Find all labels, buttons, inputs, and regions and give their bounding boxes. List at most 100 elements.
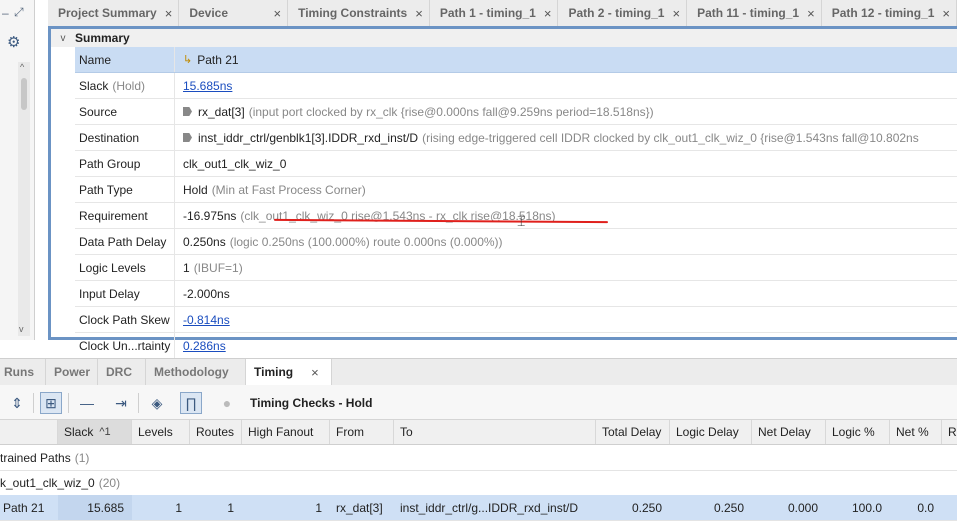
tab-methodology[interactable]: Methodology [146, 359, 246, 385]
left-scrollbar[interactable]: ^ v [18, 62, 30, 336]
column-header[interactable]: Net % [890, 420, 942, 444]
close-icon[interactable]: × [157, 6, 179, 21]
summary-value: -0.814ns [175, 313, 230, 327]
table-group-row[interactable]: k_out1_clk_wiz_0 (20) [0, 470, 957, 496]
summary-row[interactable]: Destination inst_iddr_ctrl/genblk1[3].IDD… [75, 125, 957, 151]
summary-value-link[interactable]: 15.685ns [183, 79, 232, 93]
column-header-label: Logic % [832, 425, 875, 439]
close-icon[interactable]: × [536, 6, 558, 21]
group-label: trained Paths (1) [0, 445, 89, 470]
expand-collapse-icon[interactable]: ⇕ [6, 392, 28, 414]
editor-tab[interactable]: Timing Constraints × [288, 0, 430, 26]
group-label: k_out1_clk_wiz_0 (20) [0, 470, 120, 495]
editor-tab[interactable]: Path 2 - timing_1 × [558, 0, 688, 26]
gear-icon[interactable]: ⚙ [7, 35, 20, 50]
column-header[interactable]: To [394, 420, 596, 444]
minimize-icon[interactable]: – [2, 7, 9, 19]
summary-value: 0.286ns [175, 339, 226, 353]
cell-slack: 15.685 [58, 495, 132, 520]
summary-value-note: (rising edge-triggered cell IDDR clocked… [422, 130, 919, 145]
tab-timing[interactable]: Timing × [246, 359, 332, 385]
marker-icon[interactable]: ◈ [146, 392, 168, 414]
sort-ascending-icon[interactable]: ^1 [99, 426, 110, 438]
column-header-label: Re [948, 425, 957, 439]
column-header[interactable]: High Fanout [242, 420, 330, 444]
minus-icon[interactable]: — [76, 392, 98, 414]
summary-row[interactable]: Path Group clk_out1_clk_wiz_0 [75, 151, 957, 177]
waveform-icon[interactable]: ∏ [180, 392, 202, 414]
timing-table-header: Slack ^1 Levels Routes High Fanout From To Tota… [0, 420, 957, 445]
summary-row[interactable]: Clock Path Skew -0.814ns [75, 307, 957, 333]
timing-checks-label: Timing Checks - Hold [250, 396, 373, 410]
scroll-up-icon[interactable]: ^ [20, 62, 24, 72]
column-header-label: To [400, 425, 413, 439]
summary-value: -2.000ns [175, 287, 230, 301]
summary-value: 0.250ns (logic 0.250ns (100.000%) route 0… [175, 235, 503, 249]
summary-row[interactable]: Path Type Hold (Min at Fast Process Corner… [75, 177, 957, 203]
column-header[interactable]: From [330, 420, 394, 444]
editor-tab[interactable]: Path 11 - timing_1 × [687, 0, 822, 26]
column-header[interactable]: Routes [190, 420, 242, 444]
column-header[interactable]: Logic Delay [670, 420, 752, 444]
column-header-label: Net Delay [758, 425, 811, 439]
summary-value-text: inst_iddr_ctrl/genblk1[3].IDDR_rxd_inst/… [198, 130, 419, 145]
summary-row[interactable]: Input Delay -2.000ns [75, 281, 957, 307]
close-icon[interactable]: × [407, 6, 429, 21]
close-icon[interactable]: × [934, 6, 956, 21]
editor-tab[interactable]: Path 1 - timing_1 × [430, 0, 559, 26]
summary-key-label: Logic Levels [79, 260, 146, 275]
summary-key-label: Path Type [79, 182, 133, 197]
summary-title: Summary [75, 31, 130, 45]
close-icon[interactable]: × [799, 6, 821, 21]
port-icon [183, 107, 192, 116]
editor-tab[interactable]: Device × [179, 0, 289, 26]
hierarchy-icon[interactable]: ⊞ [40, 392, 62, 414]
editor-tab-label: Timing Constraints [298, 6, 408, 20]
cell-from: rx_dat[3] [336, 500, 383, 515]
summary-key: Logic Levels [75, 255, 175, 280]
summary-value-link[interactable]: -0.814ns [183, 313, 230, 327]
summary-row[interactable]: Clock Un...rtainty 0.286ns [75, 333, 957, 359]
cell-net-pct: 0.0 [917, 500, 934, 515]
summary-value-note: (IBUF=1) [193, 260, 243, 275]
summary-row[interactable]: Slack (Hold) 15.685ns [75, 73, 957, 99]
left-scroll-thumb[interactable] [21, 78, 27, 110]
summary-row[interactable]: Source rx_dat[3] (input port clocked by rx… [75, 99, 957, 125]
group-name: trained Paths [0, 450, 71, 465]
editor-tab-bar: Project Summary × Device × Timing Constraint… [48, 0, 957, 27]
mouse-cursor-icon: ⌶ [517, 213, 526, 229]
column-header[interactable]: Logic % [826, 420, 890, 444]
scroll-down-icon[interactable]: v [19, 324, 24, 334]
summary-value-link[interactable]: 0.286ns [183, 339, 226, 353]
column-header[interactable]: Re [942, 420, 957, 444]
close-icon[interactable]: × [664, 6, 686, 21]
column-header[interactable]: Slack ^1 [58, 420, 132, 444]
table-row[interactable]: Path 21 15.685 1 1 1 rx_dat[3] inst_iddr_ctrl/… [0, 495, 957, 521]
column-header[interactable]: Net Delay [752, 420, 826, 444]
tab-runs[interactable]: Runs [0, 359, 46, 385]
bottom-tab-label: Runs [4, 365, 34, 379]
summary-key-label: Source [79, 104, 118, 119]
summary-value-note: (logic 0.250ns (100.000%) route 0.000ns … [229, 234, 503, 249]
summary-header[interactable]: v Summary [51, 29, 957, 47]
collapse-chevron-icon[interactable]: v [51, 33, 75, 44]
summary-row[interactable]: Name ↳ Path 21 [75, 47, 957, 73]
summary-row[interactable]: Data Path Delay 0.250ns (logic 0.250ns (10… [75, 229, 957, 255]
path-icon: ↳ [183, 54, 193, 66]
tab-power[interactable]: Power [46, 359, 98, 385]
summary-row[interactable]: Logic Levels 1 (IBUF=1) [75, 255, 957, 281]
column-header[interactable]: Levels [132, 420, 190, 444]
table-group-row[interactable]: trained Paths (1) [0, 445, 957, 471]
summary-key: Destination [75, 125, 175, 150]
summary-row[interactable]: Requirement -16.975ns (clk_out1_clk_wiz_0 … [75, 203, 957, 229]
cell-net-delay: 0.000 [787, 500, 818, 515]
editor-tab[interactable]: Path 12 - timing_1 × [822, 0, 957, 26]
column-header-label: High Fanout [248, 425, 314, 439]
schematic-icon[interactable]: ⇥ [110, 392, 132, 414]
restore-icon[interactable]: ⤢ [14, 6, 24, 18]
close-icon[interactable]: × [266, 6, 288, 21]
tab-drc[interactable]: DRC [98, 359, 146, 385]
column-header[interactable]: Total Delay [596, 420, 670, 444]
close-icon[interactable]: × [311, 365, 319, 380]
editor-tab[interactable]: Project Summary × [48, 0, 180, 26]
